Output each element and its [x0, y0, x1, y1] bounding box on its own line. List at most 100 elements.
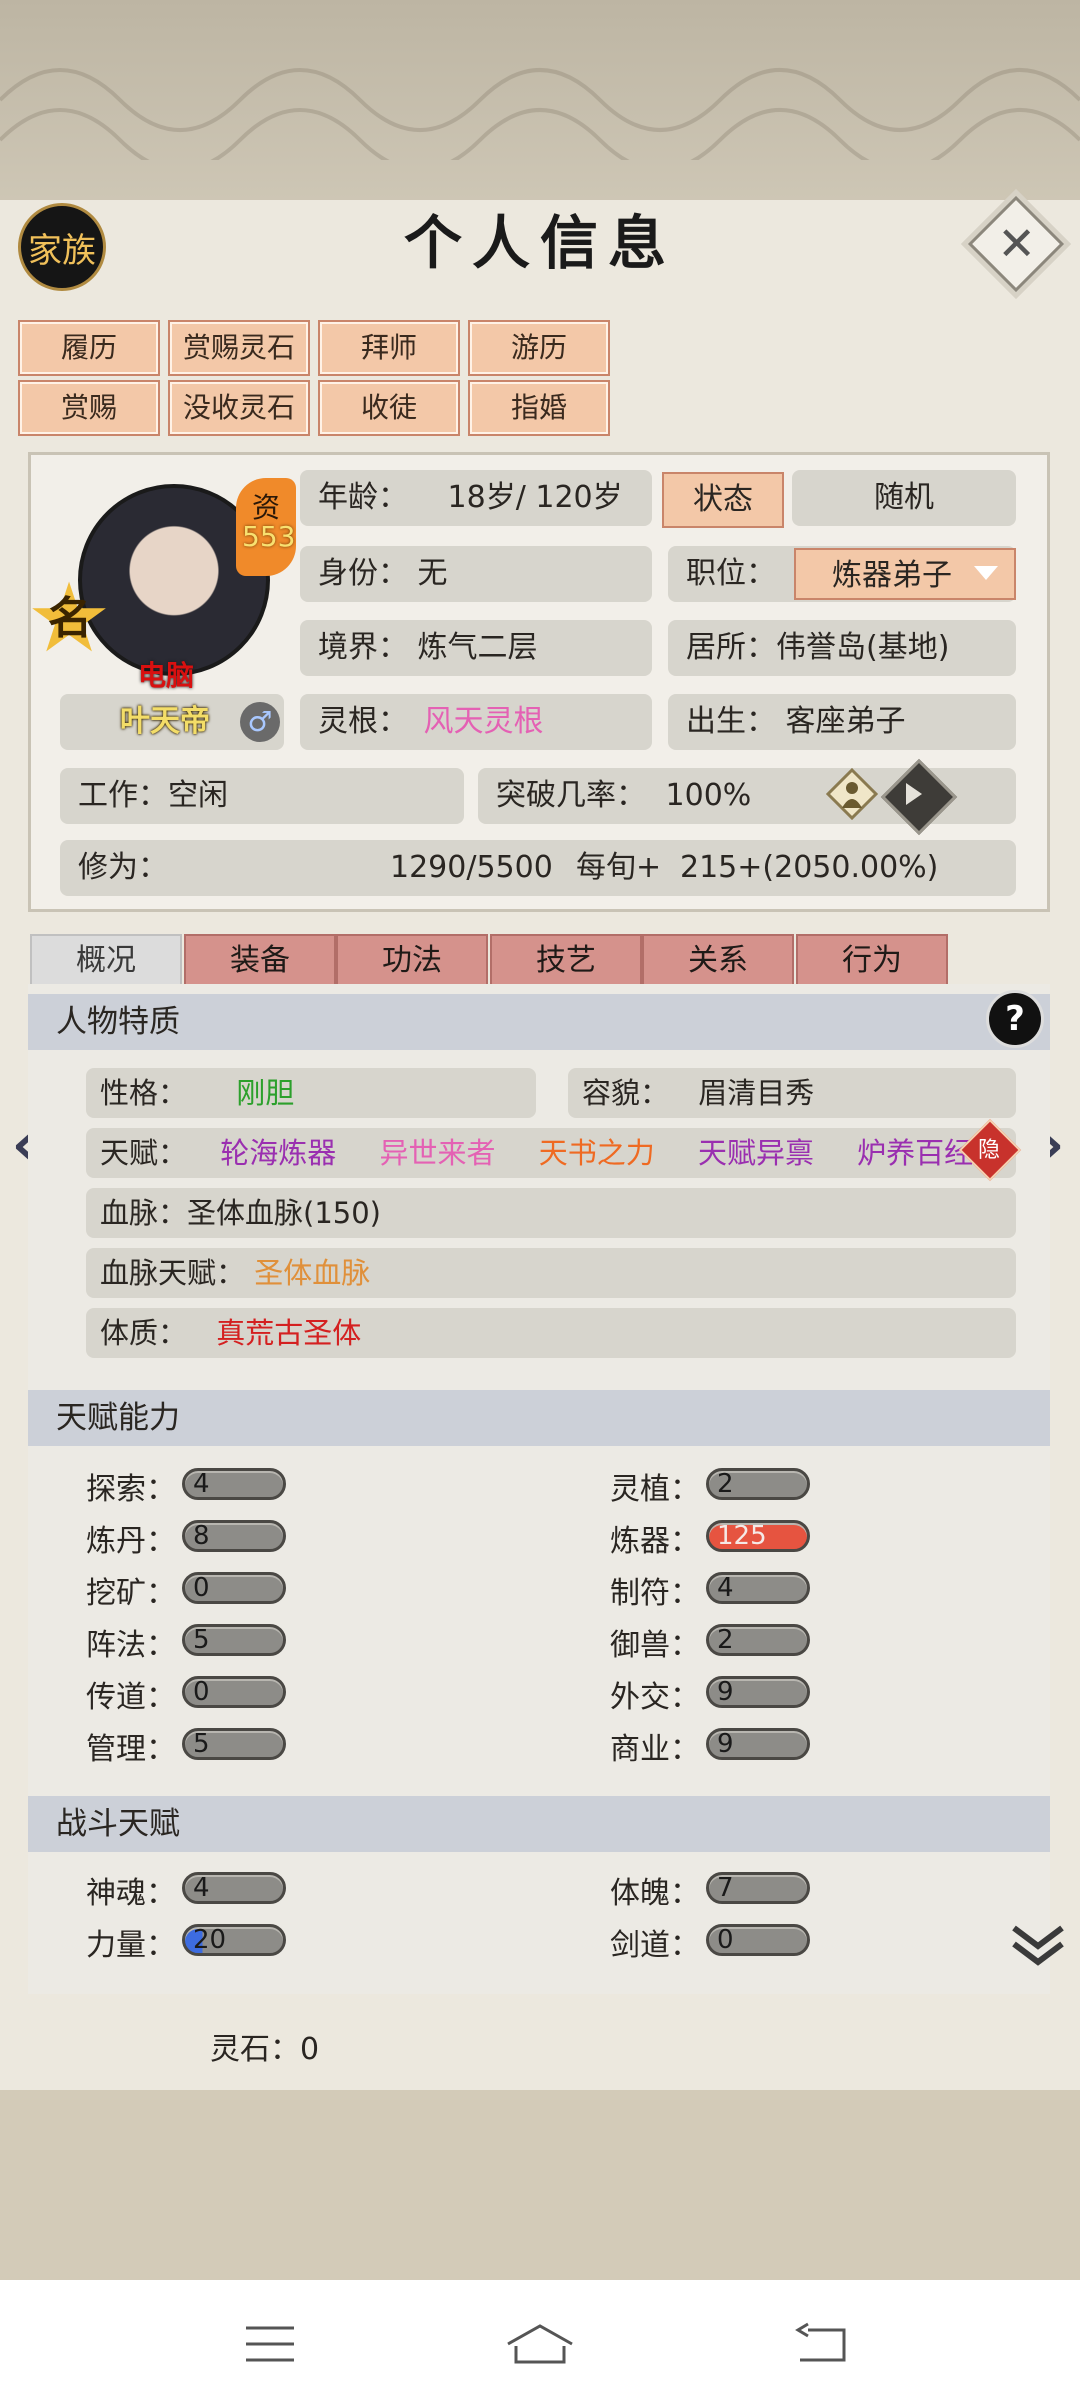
spirit-root-cell: 灵根： 风天灵根 [300, 694, 652, 750]
play-icon [906, 783, 922, 805]
combat-section-title: 战斗天赋 [56, 1806, 180, 1842]
personality-label: 性格： [100, 1076, 188, 1110]
talent-item[interactable]: 天书之力 [539, 1128, 655, 1178]
tab-equipment[interactable]: 装备 [184, 934, 336, 988]
travel-button[interactable]: 游历 [468, 320, 610, 376]
combat-label: 神魂： [86, 1876, 176, 1911]
breakthrough-label: 突破几率： [496, 778, 646, 813]
age-label: 年龄： [318, 480, 408, 515]
appearance-value: 眉清目秀 [698, 1076, 815, 1110]
reward-button[interactable]: 赏赐 [18, 380, 160, 436]
per-period-label: 每旬+ [576, 850, 662, 885]
spirit-root-value: 风天灵根 [423, 704, 544, 739]
ability-value: 5 [182, 1728, 286, 1760]
cultivation-label: 修为： [78, 850, 168, 885]
combat-value: 20 [182, 1924, 286, 1956]
breakthrough-icon[interactable] [826, 768, 878, 820]
help-icon[interactable]: ? [986, 990, 1044, 1048]
confiscate-stones-button[interactable]: 没收灵石 [168, 380, 310, 436]
position-label: 职位： [686, 556, 776, 591]
random-button[interactable]: 随机 [792, 470, 1016, 526]
arrange-marriage-button[interactable]: 指婚 [468, 380, 610, 436]
ability-value: 9 [706, 1676, 810, 1708]
ability-label: 炼器： [610, 1524, 700, 1559]
ability-value: 0 [182, 1676, 286, 1708]
combat-value: 0 [706, 1924, 810, 1956]
history-button[interactable]: 履历 [18, 320, 160, 376]
talent-item[interactable]: 异世来者 [379, 1128, 495, 1178]
back-icon[interactable] [794, 2322, 850, 2366]
bloodline-talent-row: 血脉天赋： 圣体血脉 [86, 1248, 1016, 1298]
combat-label: 力量： [86, 1928, 176, 1963]
ability-label: 探索： [86, 1472, 176, 1507]
fame-badge: 名 [48, 593, 92, 644]
appearance-row: 容貌： 眉清目秀 [568, 1068, 1016, 1118]
ability-label: 阵法： [86, 1628, 176, 1663]
birth-cell: 出生： 客座弟子 [668, 694, 1016, 750]
clan-button[interactable]: 家族 [18, 203, 106, 291]
traits-section-header: 人物特质 [28, 994, 1050, 1050]
ability-value: 0 [182, 1572, 286, 1604]
close-icon: ✕ [997, 216, 1036, 271]
bloodline-row: 血脉：圣体血脉(150) [86, 1188, 1016, 1238]
abilities-section-header: 天赋能力 [28, 1390, 1050, 1446]
tab-relations[interactable]: 关系 [642, 934, 794, 988]
appearance-label: 容貌： [582, 1076, 670, 1110]
ability-value: 4 [182, 1468, 286, 1500]
ability-label: 外交： [610, 1680, 700, 1715]
ability-label: 传道： [86, 1680, 176, 1715]
realm-cell: 境界： 炼气二层 [300, 620, 652, 676]
combat-value: 7 [706, 1872, 810, 1904]
menu-icon[interactable] [244, 2322, 296, 2366]
tab-behavior[interactable]: 行为 [796, 934, 948, 988]
ability-label: 炼丹： [86, 1524, 176, 1559]
chevron-down-icon[interactable] [1010, 1920, 1066, 1970]
ability-value: 4 [706, 1572, 810, 1604]
talents-row: 天赋： 轮海炼器 异世来者 天书之力 天赋异禀 炉养百经 [86, 1128, 1016, 1178]
combat-value: 4 [182, 1872, 286, 1904]
page-title: 个人信息 [403, 209, 676, 277]
ability-value: 125 [706, 1520, 810, 1552]
character-name[interactable]: 叶天帝 [120, 694, 210, 750]
become-disciple-button[interactable]: 拜师 [318, 320, 460, 376]
abilities-section-title: 天赋能力 [56, 1400, 180, 1436]
home-icon[interactable] [504, 2322, 576, 2366]
identity-cell: 身份： 无 [300, 546, 652, 602]
talents-label: 天赋： [100, 1136, 188, 1170]
talent-item[interactable]: 轮海炼器 [220, 1128, 336, 1178]
talent-item[interactable]: 炉养百经 [857, 1128, 973, 1178]
tab-techniques[interactable]: 功法 [336, 934, 488, 988]
bloodline-talent-value: 圣体血脉 [254, 1256, 371, 1290]
physique-row: 体质： 真荒古圣体 [86, 1308, 1016, 1358]
dropdown-arrow-icon [974, 566, 998, 580]
talent-value: 553 [242, 520, 296, 553]
physique-value: 真荒古圣体 [216, 1316, 362, 1350]
ability-label: 管理： [86, 1732, 176, 1767]
ability-label: 挖矿： [86, 1576, 176, 1611]
gender-male-icon: ♂ [240, 702, 280, 742]
ability-value: 5 [182, 1624, 286, 1656]
controller-label: 电脑 [138, 659, 195, 692]
tab-overview[interactable]: 概况 [30, 934, 182, 988]
ability-value: 2 [706, 1624, 810, 1656]
per-period-value: 215+(2050.00%) [680, 850, 939, 885]
cultivation-value: 1290/5500 [390, 850, 553, 885]
personality-row: 性格： 刚胆 [86, 1068, 536, 1118]
ability-label: 御兽： [610, 1628, 700, 1663]
bottom-paper [0, 2090, 1080, 2280]
cultivation-cell: 修为： 1290/5500 每旬+ 215+(2050.00%) [60, 840, 1016, 896]
reward-stones-button[interactable]: 赏赐灵石 [168, 320, 310, 376]
ability-value: 9 [706, 1728, 810, 1760]
hidden-badge-label: 隐 [977, 1138, 1000, 1163]
talent-item[interactable]: 天赋异禀 [698, 1128, 814, 1178]
take-disciple-button[interactable]: 收徒 [318, 380, 460, 436]
overview-content[interactable]: 人物特质 ? 性格： 刚胆 容貌： 眉清目秀 天赋： 轮海炼器 异世来者 天书之… [28, 984, 1050, 1994]
age-value: 18岁/ 120岁 [447, 480, 623, 515]
breakthrough-value: 100% [665, 778, 752, 813]
cloud-pattern [0, 68, 1080, 160]
work-cell: 工作：空闲 [60, 768, 464, 824]
tab-skills[interactable]: 技艺 [490, 934, 642, 988]
combat-section-header: 战斗天赋 [28, 1796, 1050, 1852]
combat-label: 体魄： [610, 1876, 700, 1911]
status-button[interactable]: 状态 [662, 472, 784, 528]
